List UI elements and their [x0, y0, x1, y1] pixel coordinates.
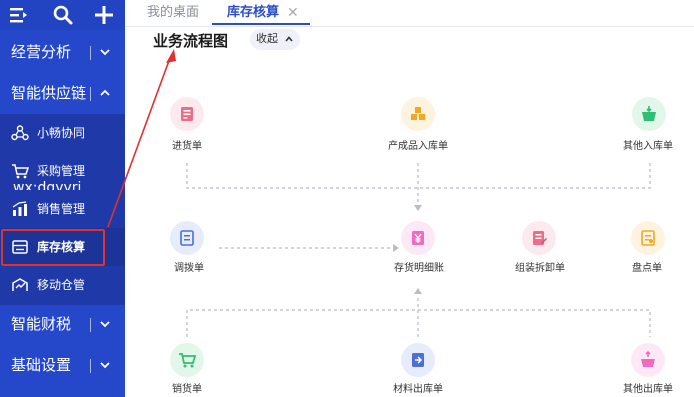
node-label: 组装拆卸单 [515, 263, 565, 274]
sales-cart-icon [179, 353, 196, 368]
transfer-doc-icon [180, 230, 194, 246]
basket-out-icon [641, 351, 655, 367]
material-out-icon [412, 353, 424, 367]
node-label: 盘点单 [632, 263, 662, 274]
node-label: 进货单 [172, 141, 202, 152]
node-purchase-receipt[interactable] [170, 97, 204, 131]
node-inventory-ledger[interactable] [401, 221, 435, 255]
node-other-out[interactable] [631, 343, 665, 377]
node-label: 材料出库单 [393, 384, 443, 395]
node-stocktake[interactable] [631, 221, 665, 255]
flow-connectors [107, 49, 651, 337]
stocktake-icon [641, 230, 655, 246]
ledger-yen-icon [412, 231, 424, 245]
node-label: 产成品入库单 [388, 141, 448, 152]
node-label: 存货明细账 [394, 263, 444, 274]
node-material-out[interactable] [401, 343, 435, 377]
node-transfer[interactable] [170, 221, 204, 255]
assembly-doc-icon [533, 231, 547, 245]
annotation-arrow [107, 49, 176, 228]
node-label: 销货单 [172, 384, 202, 395]
node-label: 其他出库单 [623, 384, 673, 395]
node-label: 其他入库单 [623, 141, 673, 152]
basket-in-icon [642, 106, 656, 121]
product-boxes-icon [411, 107, 425, 120]
purchase-receipt-icon [181, 107, 193, 121]
node-finished-goods-in[interactable] [401, 97, 435, 131]
node-other-in[interactable] [632, 97, 666, 131]
node-assembly[interactable] [522, 221, 556, 255]
node-sales-order[interactable] [170, 343, 204, 377]
app-window: 经营分析 智能供应链 小畅协同 采购管理 wx:dgyyrj 销售管理 库存核算 [0, 0, 694, 397]
node-label: 调拨单 [174, 263, 204, 274]
